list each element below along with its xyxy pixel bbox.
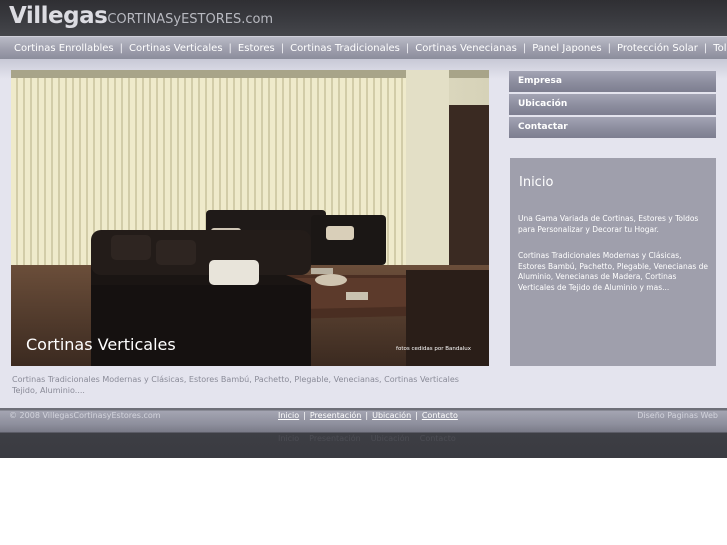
site-logo[interactable]: VillegasCORTINASyESTORES.com [9,3,273,29]
nav-item-proteccion-solar[interactable]: Protección Solar [617,43,698,54]
footer-reflection: Inicio Presentación Ubicación Contacto [278,434,466,443]
info-box-title: Inicio [519,175,554,190]
photo-credit: fotos cedidas por Bandalux [396,346,471,352]
info-box-paragraph: Una Gama Variada de Cortinas, Estores y … [518,214,699,234]
sidebar-item-contactar[interactable]: Contactar [509,117,716,138]
nav-item-toldos[interactable]: Toldos [713,43,727,54]
logo-main-text: Villegas [9,3,108,29]
main-navigation: Cortinas Enrollables | Cortinas Vertical… [0,36,727,60]
nav-item-panel-japones[interactable]: Panel Japones [532,43,601,54]
footer-copyright: © 2008 VillegasCortinasyEstores.com [9,411,161,420]
footer-link-inicio[interactable]: Inicio [278,411,299,420]
living-room-photo [11,70,489,366]
logo-sub-text: CORTINASyESTORES.com [107,12,274,27]
nav-item-cortinas-tradicionales[interactable]: Cortinas Tradicionales [290,43,400,54]
info-box: Inicio Una Gama Variada de Cortinas, Est… [510,158,716,366]
hero-caption: Cortinas Verticales [26,335,176,354]
nav-separator: | [280,43,285,54]
nav-separator: | [703,43,708,54]
nav-separator: | [405,43,410,54]
info-box-paragraph: Cortinas Tradicionales Modernas y Clásic… [518,251,708,292]
intro-description: Cortinas Tradicionales Modernas y Clásic… [12,375,459,395]
nav-item-estores[interactable]: Estores [238,43,275,54]
footer-links: Inicio | Presentación | Ubicación | Contacto [278,411,458,420]
nav-item-cortinas-venecianas[interactable]: Cortinas Venecianas [415,43,517,54]
footer-separator: | [415,411,418,420]
footer-link-presentacion[interactable]: Presentación [310,411,362,420]
nav-separator: | [119,43,123,54]
footer-separator: | [303,411,306,420]
sidebar-item-empresa[interactable]: Empresa [509,71,716,92]
nav-item-cortinas-verticales[interactable]: Cortinas Verticales [129,43,223,54]
nav-separator: | [228,43,232,54]
footer-separator: | [365,411,369,420]
site-header: VillegasCORTINASyESTORES.com [0,0,727,36]
footer-reflection-text: Ubicación [370,434,410,443]
sidebar-item-ubicacion[interactable]: Ubicación [509,94,716,115]
hero-image: Cortinas Verticales fotos cedidas por Ba… [11,70,489,366]
footer-link-ubicacion[interactable]: Ubicación [372,411,411,420]
nav-item-cortinas-enrollables[interactable]: Cortinas Enrollables [14,43,114,54]
footer-reflection-text: Contacto [419,434,456,443]
nav-separator: | [522,43,527,54]
footer-link-contacto[interactable]: Contacto [422,411,458,420]
site-footer: © 2008 VillegasCortinasyEstores.com Inic… [0,408,727,458]
footer-reflection-text: Inicio [278,434,300,443]
nav-separator: | [607,43,611,54]
sidebar-menu: Empresa Ubicación Contactar [509,71,716,140]
footer-web-design-link[interactable]: Diseño Paginas Web [637,411,718,420]
footer-reflection-text: Presentación [309,434,361,443]
